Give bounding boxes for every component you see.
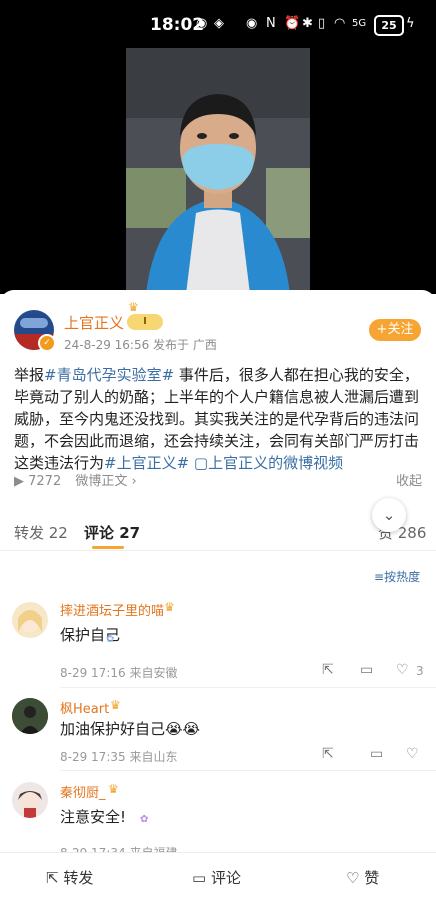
signal-5g-icon: 5G bbox=[352, 18, 367, 29]
like-label: 赞 bbox=[364, 869, 380, 887]
crown-icon: ♛ bbox=[108, 782, 119, 796]
comment-icon: ▭ bbox=[192, 869, 207, 887]
comment-item: 秦彻厨_ ♛ 注意安全! ✿ 8-29 17:34 来自福建 bbox=[0, 774, 436, 860]
bluetooth-mute-icon: ✱ bbox=[302, 16, 313, 31]
post-body: 举报#青岛代孕实验室# 事件后，很多人都在担心我的安全，毕竟动了别人的奶酪；上半… bbox=[14, 364, 424, 474]
sort-label: 按热度 bbox=[384, 570, 421, 584]
repost-label: 转发 bbox=[63, 869, 94, 887]
eye-icon: ◉ bbox=[246, 16, 258, 31]
comment-item: 摔进酒坛子里的喵 ♛ 保护自己 ✿ 8-29 17:16 来自安徽 ⇱ ▭ ♡ … bbox=[0, 596, 436, 688]
post-meta: 24-8-29 16:56 发布于 广西 bbox=[64, 338, 217, 352]
sort-icon: ≡ bbox=[374, 570, 385, 584]
view-count: 7272 bbox=[28, 474, 62, 489]
comment-icon[interactable]: ▭ bbox=[360, 662, 373, 678]
post-text-part: 举报 bbox=[14, 366, 45, 384]
alarm-icon: ⏰ bbox=[284, 16, 301, 31]
sticker-decoration: ✿ bbox=[106, 634, 115, 645]
commenter-avatar[interactable] bbox=[12, 782, 48, 818]
sticker-decoration: ✿ bbox=[140, 814, 149, 825]
like-count: 3 bbox=[416, 664, 424, 678]
video-frame[interactable] bbox=[126, 48, 310, 294]
wifi-icon: ◠ bbox=[334, 16, 346, 31]
like-icon[interactable]: ♡ bbox=[396, 662, 409, 678]
comment-icon[interactable]: ▭ bbox=[370, 746, 383, 762]
nfc-icon: N bbox=[266, 16, 276, 31]
video-thumbnail bbox=[126, 48, 310, 294]
comment-button[interactable]: ▭ 评论 bbox=[192, 867, 241, 888]
like-icon: ♡ bbox=[346, 869, 360, 887]
comment-meta: 8-29 17:16 来自安徽 bbox=[60, 666, 178, 680]
chevron-right-icon: › bbox=[131, 474, 137, 489]
share-icon[interactable]: ⇱ bbox=[322, 662, 334, 678]
double-chevron-down-icon: ⌄ bbox=[382, 506, 396, 524]
comment-label: 评论 bbox=[210, 869, 241, 887]
tab-indicator bbox=[92, 546, 124, 549]
app-icon-2: ◈ bbox=[214, 16, 224, 31]
fold-button[interactable]: 收起 bbox=[396, 470, 422, 489]
comment-item: 枫Heart ♛ 加油保护好自己😭😭 8-29 17:35 来自山东 ⇱ ▭ ♡ bbox=[0, 690, 436, 774]
article-link[interactable]: 微博正文 bbox=[75, 474, 127, 489]
vibrate-icon: ▯ bbox=[318, 16, 326, 31]
tab-bar: 转发 22 评论 27 赞 286 bbox=[0, 514, 436, 551]
author-name[interactable]: 上官正义 bbox=[64, 312, 124, 333]
share-icon[interactable]: ⇱ bbox=[322, 746, 334, 762]
crown-icon: ♛ bbox=[110, 698, 121, 712]
video-link[interactable]: ▢上官正义的微博视频 bbox=[189, 454, 343, 472]
hashtag-link[interactable]: #青岛代孕实验室# bbox=[44, 366, 174, 384]
battery-icon: 25 bbox=[374, 15, 404, 36]
bottom-action-bar: ⇱ 转发 ▭ 评论 ♡ 赞 bbox=[0, 852, 436, 901]
commenter-avatar[interactable] bbox=[12, 602, 48, 638]
crown-icon: ♛ bbox=[128, 300, 139, 314]
charging-icon: ϟ bbox=[406, 16, 415, 31]
divider bbox=[60, 687, 436, 688]
divider bbox=[60, 770, 436, 771]
sort-button[interactable]: ≡按热度 bbox=[374, 568, 420, 585]
comment-meta: 8-29 17:35 来自山东 bbox=[60, 750, 178, 764]
app-icon-1: ◉ bbox=[196, 16, 208, 31]
comment-text: 加油保护好自己😭😭 bbox=[60, 720, 201, 738]
tab-reposts[interactable]: 转发 22 bbox=[14, 522, 68, 543]
like-icon[interactable]: ♡ bbox=[406, 746, 419, 762]
crown-icon: ♛ bbox=[164, 600, 175, 614]
scroll-down-button[interactable]: ⌄ bbox=[372, 498, 406, 532]
post-stats-row: ▶ 7272 微博正文 › bbox=[14, 470, 137, 489]
commenter-name[interactable]: 秦彻厨_ bbox=[60, 782, 106, 801]
play-count-icon: ▶ bbox=[14, 474, 24, 489]
comment-text: 注意安全! bbox=[60, 808, 127, 826]
repost-button[interactable]: ⇱ 转发 bbox=[46, 867, 93, 888]
video-player[interactable] bbox=[0, 48, 436, 294]
verified-badge-icon: ✓ bbox=[38, 334, 56, 352]
vip-badge: I bbox=[127, 314, 163, 330]
repost-icon: ⇱ bbox=[46, 869, 59, 887]
status-bar: 18:02 ◉ ◈ ◉ N ⏰ ✱ ▯ ◠ 5G 25 ϟ bbox=[0, 0, 436, 48]
commenter-name[interactable]: 摔进酒坛子里的喵 bbox=[60, 600, 164, 619]
like-button[interactable]: ♡ 赞 bbox=[346, 867, 379, 888]
follow-button[interactable]: +关注 bbox=[369, 319, 421, 341]
tab-comments[interactable]: 评论 27 bbox=[84, 522, 140, 543]
commenter-name[interactable]: 枫Heart bbox=[60, 698, 109, 717]
commenter-avatar[interactable] bbox=[12, 698, 48, 734]
